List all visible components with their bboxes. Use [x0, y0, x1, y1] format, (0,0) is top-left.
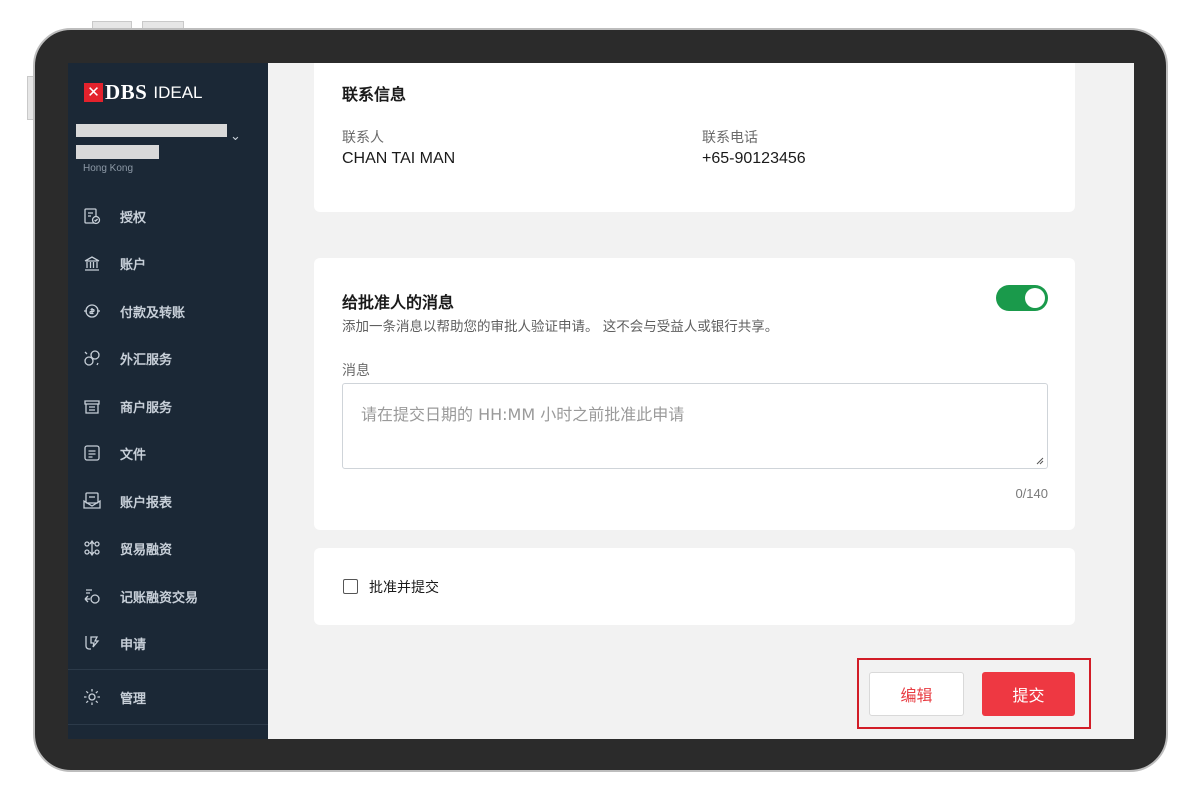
account-name-redacted[interactable]: [76, 124, 227, 137]
sidebar-item-label: 申请: [120, 637, 147, 653]
authorization-icon: [82, 206, 102, 226]
message-textarea[interactable]: 请在提交日期的 HH:MM 小时之前批准此申请: [342, 383, 1048, 469]
document-icon: [82, 443, 102, 463]
contact-phone-value: +65-90123456: [702, 150, 806, 167]
sidebar-item-label: 文件: [120, 447, 147, 463]
sidebar-item-label: 外汇服务: [120, 352, 173, 368]
sidebar-item-label: 账户报表: [120, 495, 173, 511]
sidebar: ✕ DBS IDEAL ⌄ Hong Kong 授权 账户 付款及转账 外汇服务…: [68, 63, 268, 739]
sidebar-divider: [68, 669, 268, 670]
sidebar-divider: [68, 724, 268, 725]
approver-message-description: 添加一条消息以帮助您的审批人验证申请。 这不会与受益人或银行共享。: [342, 319, 779, 335]
sidebar-item-applications[interactable]: 申请: [68, 627, 268, 659]
resize-handle-icon[interactable]: [1036, 457, 1044, 465]
sidebar-item-merchant[interactable]: 商户服务: [68, 390, 268, 422]
contact-info-card: 联系信息 联系人 CHAN TAI MAN 联系电话 +65-90123456: [314, 63, 1075, 212]
sidebar-item-label: 管理: [120, 691, 147, 707]
merchant-icon: [82, 396, 102, 416]
approve-submit-card: 批准并提交: [314, 548, 1075, 625]
approve-submit-label[interactable]: 批准并提交: [369, 577, 439, 597]
dbs-logo-mark: ✕: [84, 83, 103, 102]
account-number-redacted: [76, 145, 159, 159]
sidebar-item-payments[interactable]: 付款及转账: [68, 295, 268, 327]
application-icon: [82, 633, 102, 653]
contact-person-value: CHAN TAI MAN: [342, 150, 456, 167]
approver-message-card: 给批准人的消息 添加一条消息以帮助您的审批人验证申请。 这不会与受益人或银行共享…: [314, 258, 1075, 530]
message-toggle[interactable]: [996, 285, 1048, 311]
contact-phone-label: 联系电话: [702, 129, 758, 145]
main-content: 联系信息 联系人 CHAN TAI MAN 联系电话 +65-90123456 …: [268, 63, 1134, 739]
contact-info-title: 联系信息: [342, 85, 407, 104]
toggle-knob: [1025, 288, 1045, 308]
sidebar-item-receivable-finance[interactable]: 记账融资交易: [68, 580, 268, 612]
sidebar-item-label: 商户服务: [120, 400, 173, 416]
gear-icon: [82, 687, 102, 707]
payment-icon: [82, 301, 102, 321]
sidebar-item-trade-finance[interactable]: 贸易融资: [68, 532, 268, 564]
sidebar-item-fx[interactable]: 外汇服务: [68, 342, 268, 374]
sidebar-item-statements[interactable]: 账户报表: [68, 485, 268, 517]
trade-finance-icon: [82, 538, 102, 558]
receivable-finance-icon: [82, 586, 102, 606]
account-region: Hong Kong: [83, 163, 134, 174]
sidebar-item-label: 授权: [120, 210, 147, 226]
chevron-down-icon[interactable]: ⌄: [230, 129, 241, 144]
action-highlight-box: [857, 658, 1091, 729]
message-char-counter: 0/140: [1015, 486, 1048, 501]
approver-message-title: 给批准人的消息: [342, 293, 455, 312]
dbs-logo-text: DBS: [105, 80, 148, 104]
sidebar-item-label: 贸易融资: [120, 542, 173, 558]
approve-submit-checkbox[interactable]: [343, 579, 358, 594]
contact-person-label: 联系人: [342, 129, 384, 145]
message-field-label: 消息: [342, 362, 370, 378]
sidebar-item-label: 记账融资交易: [120, 590, 199, 606]
message-placeholder: 请在提交日期的 HH:MM 小时之前批准此申请: [361, 405, 685, 424]
fx-icon: [82, 348, 102, 368]
ideal-logo-text: IDEAL: [153, 82, 203, 102]
sidebar-item-documents[interactable]: 文件: [68, 437, 268, 469]
app-screen: ✕ DBS IDEAL ⌄ Hong Kong 授权 账户 付款及转账 外汇服务…: [68, 63, 1134, 739]
sidebar-item-admin[interactable]: 管理: [68, 681, 268, 713]
sidebar-item-label: 账户: [120, 257, 147, 273]
dbs-logo[interactable]: ✕ DBS IDEAL: [84, 80, 203, 105]
sidebar-item-label: 付款及转账: [120, 305, 186, 321]
bank-icon: [82, 253, 102, 273]
sidebar-item-accounts[interactable]: 账户: [68, 247, 268, 279]
sidebar-item-authorization[interactable]: 授权: [68, 200, 268, 232]
statement-icon: [82, 491, 102, 511]
